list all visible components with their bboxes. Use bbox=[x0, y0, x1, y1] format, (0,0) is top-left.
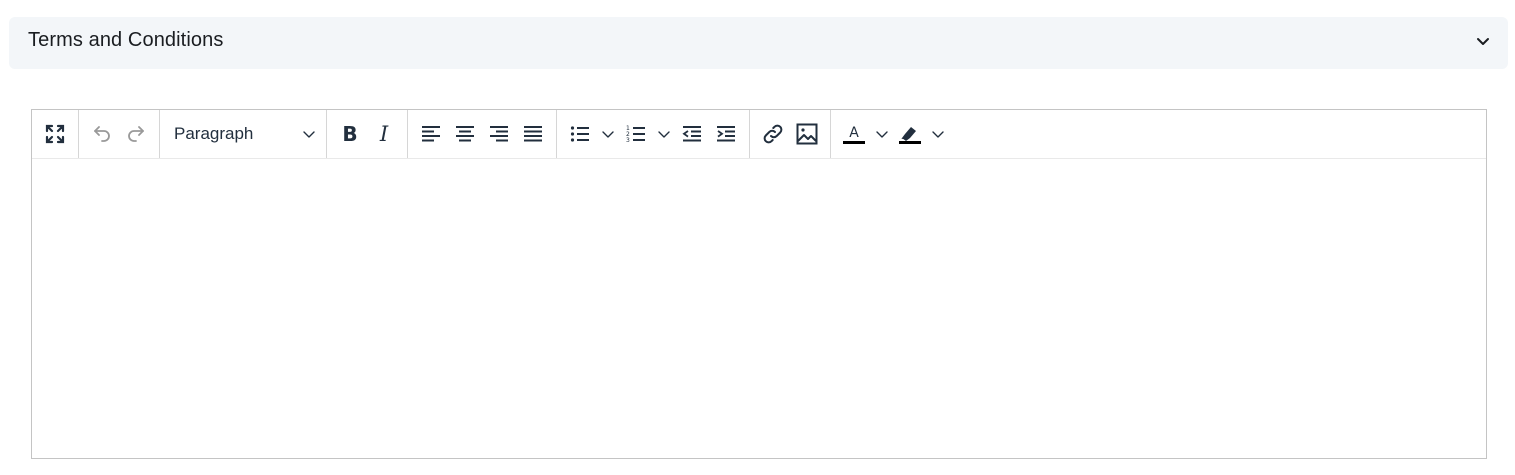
chevron-down-icon[interactable] bbox=[871, 117, 893, 151]
align-right-icon[interactable] bbox=[482, 117, 516, 151]
chevron-down-icon[interactable] bbox=[597, 117, 619, 151]
text-color-split: A bbox=[837, 117, 893, 151]
terms-section-header[interactable]: Terms and Conditions bbox=[9, 17, 1508, 69]
bullet-list-split bbox=[563, 117, 619, 151]
italic-icon[interactable]: I bbox=[367, 117, 401, 151]
bold-icon[interactable]: B bbox=[333, 117, 367, 151]
editor-toolbar: Paragraph B I 1 2 3 A bbox=[32, 110, 1486, 159]
editor-content-area[interactable] bbox=[32, 158, 1486, 458]
numbered-list-split: 123 bbox=[619, 117, 675, 151]
align-center-icon[interactable] bbox=[448, 117, 482, 151]
indent-icon[interactable] bbox=[709, 117, 743, 151]
svg-text:B: B bbox=[342, 122, 357, 146]
align-justify-icon[interactable] bbox=[516, 117, 550, 151]
toolbar-group-view bbox=[32, 110, 79, 158]
svg-text:A: A bbox=[849, 125, 859, 141]
chevron-down-icon[interactable] bbox=[653, 117, 675, 151]
block-format-label: Paragraph bbox=[174, 124, 254, 143]
fullscreen-icon[interactable] bbox=[38, 117, 72, 151]
align-left-icon[interactable] bbox=[414, 117, 448, 151]
highlight-color-icon[interactable] bbox=[893, 117, 927, 151]
outdent-icon[interactable] bbox=[675, 117, 709, 151]
toolbar-group-history bbox=[79, 110, 160, 158]
rich-text-editor: Paragraph B I 1 2 3 A bbox=[31, 109, 1487, 459]
toolbar-group-colors: A bbox=[831, 110, 955, 158]
svg-text:3: 3 bbox=[626, 137, 630, 144]
image-icon[interactable] bbox=[790, 117, 824, 151]
toolbar-group-blocks: Paragraph bbox=[160, 110, 327, 158]
toolbar-group-lists: 123 bbox=[557, 110, 750, 158]
highlight-color-split bbox=[893, 117, 949, 151]
bullet-list-icon[interactable] bbox=[563, 117, 597, 151]
link-icon[interactable] bbox=[756, 117, 790, 151]
toolbar-group-insert bbox=[750, 110, 831, 158]
chevron-down-icon[interactable] bbox=[927, 117, 949, 151]
toolbar-group-align bbox=[408, 110, 557, 158]
svg-text:I: I bbox=[379, 122, 389, 146]
block-format-select[interactable]: Paragraph bbox=[164, 117, 322, 151]
chevron-down-icon bbox=[303, 131, 315, 138]
toolbar-group-format: B I bbox=[327, 110, 408, 158]
chevron-down-icon[interactable] bbox=[1475, 33, 1491, 49]
section-title: Terms and Conditions bbox=[28, 29, 224, 51]
undo-icon[interactable] bbox=[85, 117, 119, 151]
numbered-list-icon[interactable]: 123 bbox=[619, 117, 653, 151]
redo-icon[interactable] bbox=[119, 117, 153, 151]
text-color-icon[interactable]: A bbox=[837, 117, 871, 151]
